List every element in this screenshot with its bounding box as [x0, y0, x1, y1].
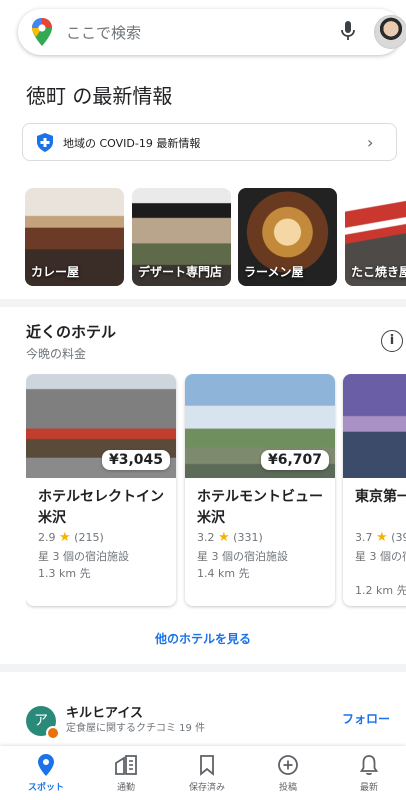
nav-label: 通勤	[116, 783, 135, 793]
user-review-count: 定食屋に関するクチコミ 19 件	[66, 723, 206, 734]
hotels-section-title: 近くのホテル	[26, 323, 117, 341]
rating-value: 3.2	[197, 531, 215, 544]
hotel-class: 星 3 個の宿	[355, 550, 406, 563]
shield-icon	[37, 133, 53, 156]
hotel-distance: 1.3 km 先	[38, 567, 91, 580]
add-circle-icon	[278, 755, 298, 775]
rating-value: 2.9	[38, 531, 56, 544]
microphone-icon[interactable]	[340, 20, 356, 46]
hotel-card[interactable]: ¥6,707 ホテルモントビュー米沢 3.2 ★ (331) 星 3 個の宿泊施…	[185, 374, 335, 606]
hotel-carousel[interactable]: ¥3,045 ホテルセレクトイン米沢 2.9 ★ (215) 星 3 個の宿泊施…	[26, 374, 406, 610]
search-bar[interactable]: ここで検索	[18, 9, 406, 55]
nav-tab-saved[interactable]: 保存済み	[177, 754, 237, 793]
section-divider	[0, 299, 406, 307]
section-divider	[0, 664, 406, 672]
hotels-section-subtitle: 今晩の料金	[26, 347, 87, 361]
commute-icon	[115, 755, 137, 775]
hotel-price: ¥3,045	[101, 450, 170, 470]
chevron-right-icon: ›	[367, 133, 374, 152]
maps-logo-icon	[32, 18, 52, 50]
category-label: たこ焼き屋	[351, 265, 406, 279]
rating-value: 3.7	[355, 531, 373, 544]
location-pin-icon	[38, 754, 54, 776]
hotel-price: ¥6,707	[260, 450, 329, 470]
follow-button[interactable]: フォロー	[342, 710, 390, 727]
profile-avatar[interactable]	[374, 15, 406, 49]
review-count: (39	[391, 531, 406, 544]
hotel-rating: 2.9 ★ (215)	[38, 530, 104, 545]
covid-banner-label: 地域の COVID-19 最新情報	[63, 137, 201, 150]
hotel-distance: 1.2 km 先	[355, 584, 406, 597]
review-count: (215)	[74, 531, 104, 544]
nav-tab-explore[interactable]: スポット	[16, 754, 76, 793]
bell-icon	[360, 755, 378, 776]
user-initial: ア	[34, 713, 48, 729]
hotel-card[interactable]: ¥3,045 ホテルセレクトイン米沢 2.9 ★ (215) 星 3 個の宿泊施…	[26, 374, 176, 606]
nav-tab-commute[interactable]: 通勤	[96, 754, 156, 793]
category-label: ラーメン屋	[244, 265, 304, 279]
bookmark-icon	[200, 755, 214, 776]
search-input[interactable]: ここで検索	[66, 22, 141, 43]
hotel-class: 星 3 個の宿泊施設	[197, 550, 288, 563]
star-icon: ★	[218, 530, 230, 545]
nav-label: 保存済み	[188, 783, 225, 793]
more-hotels-link[interactable]: 他のホテルを見る	[0, 630, 406, 647]
hotel-rating: 3.2 ★ (331)	[197, 530, 263, 545]
hotel-name: 東京第一ホテル米沢	[355, 489, 406, 505]
star-icon: ★	[376, 530, 388, 545]
hotel-card[interactable]: 東京第一ホテル米沢 3.7 ★ (39 星 3 個の宿 1.2 km 先	[343, 374, 406, 606]
nav-label: 投稿	[278, 783, 297, 793]
category-card[interactable]: ラーメン屋	[238, 188, 337, 286]
category-card[interactable]: デザート専門店	[132, 188, 231, 286]
category-card[interactable]: たこ焼き屋	[345, 188, 406, 286]
bottom-navigation: スポット 通勤 保存済み 投稿 最新	[0, 746, 406, 800]
hotel-photo	[343, 374, 406, 478]
nav-tab-updates[interactable]: 最新	[339, 754, 399, 793]
category-label: カレー屋	[31, 265, 80, 279]
category-card[interactable]: カレー屋	[25, 188, 124, 286]
review-count: (331)	[233, 531, 263, 544]
nav-label: 最新	[359, 783, 378, 793]
local-guide-badge-icon	[46, 726, 60, 740]
hotel-name: ホテルセレクトイン米沢	[38, 489, 164, 526]
hotel-class: 星 3 個の宿泊施設	[38, 550, 129, 563]
covid-info-banner[interactable]: 地域の COVID-19 最新情報 ›	[22, 123, 397, 161]
nav-tab-contribute[interactable]: 投稿	[258, 754, 318, 793]
hotel-name: ホテルモントビュー米沢	[197, 489, 323, 526]
user-avatar[interactable]: ア	[26, 706, 60, 740]
info-icon[interactable]: i	[381, 330, 403, 352]
page-title: 徳町 の最新情報	[26, 84, 173, 108]
nav-label: スポット	[27, 783, 64, 793]
category-carousel[interactable]: カレー屋 デザート専門店 ラーメン屋 たこ焼き屋	[25, 188, 406, 288]
hotel-distance: 1.4 km 先	[197, 567, 250, 580]
category-label: デザート専門店	[138, 265, 223, 279]
hotel-rating: 3.7 ★ (39	[355, 530, 406, 545]
star-icon: ★	[59, 530, 71, 545]
